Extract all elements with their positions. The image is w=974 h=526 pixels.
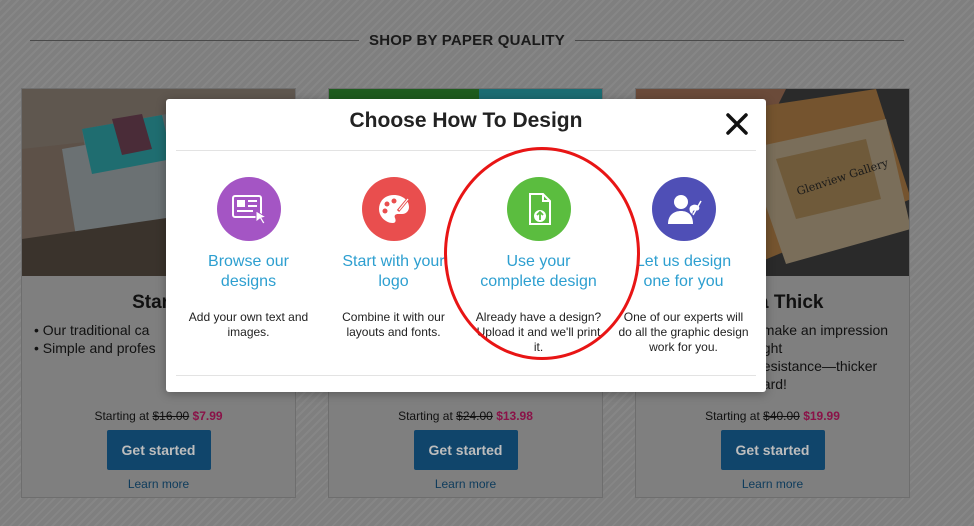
card-bullets: make an impression ght esistance—thicker… bbox=[754, 321, 888, 393]
option-browse-designs[interactable]: Browse our designs Add your own text and… bbox=[176, 177, 321, 340]
bullet: Our traditional ca bbox=[34, 321, 156, 339]
learn-more-link[interactable]: Learn more bbox=[329, 477, 602, 491]
old-price: $16.00 bbox=[152, 409, 190, 423]
divider bbox=[176, 150, 756, 151]
divider bbox=[30, 39, 360, 41]
section-header: SHOP BY PAPER QUALITY bbox=[30, 30, 904, 50]
price-row: Starting at $24.00 $13.98 bbox=[329, 409, 602, 423]
sale-price: $7.99 bbox=[192, 409, 223, 423]
divider bbox=[574, 39, 904, 41]
designer-icon[interactable] bbox=[651, 177, 716, 241]
option-title-line: logo bbox=[378, 273, 409, 290]
highlight-annotation bbox=[444, 147, 640, 360]
option-desc-line: One of our experts will bbox=[623, 310, 744, 324]
price-prefix: Starting at bbox=[94, 409, 150, 423]
option-desc-line: do all the graphic design bbox=[618, 325, 749, 339]
price-prefix: Starting at bbox=[705, 409, 760, 423]
browse-designs-icon[interactable] bbox=[216, 177, 281, 241]
option-desc-line: Add your own text and bbox=[188, 310, 309, 324]
bullet: ght bbox=[754, 339, 888, 357]
learn-more-link[interactable]: Learn more bbox=[636, 477, 909, 491]
get-started-button[interactable]: Get started bbox=[413, 430, 518, 470]
section-title: SHOP BY PAPER QUALITY bbox=[369, 31, 565, 49]
old-price: $40.00 bbox=[763, 409, 800, 423]
option-title-line: designs bbox=[220, 273, 277, 290]
option-title[interactable]: Browse our designs bbox=[176, 252, 321, 292]
bullet: Simple and profes bbox=[34, 339, 156, 357]
bullet: esistance—thicker bbox=[754, 357, 888, 375]
close-icon[interactable] bbox=[724, 111, 750, 137]
bullet: ard! bbox=[754, 375, 888, 393]
price-prefix: Starting at bbox=[398, 409, 453, 423]
option-desc-line: layouts and fonts. bbox=[346, 325, 441, 339]
price-row: Starting at $16.00 $7.99 bbox=[22, 409, 295, 423]
old-price: $24.00 bbox=[456, 409, 493, 423]
modal-title: Choose How To Design bbox=[349, 109, 583, 132]
option-description: Combine it with our layouts and fonts. bbox=[321, 310, 466, 340]
option-desc-line: Combine it with our bbox=[342, 310, 445, 324]
card-title: a Thick bbox=[758, 292, 824, 313]
bullet: make an impression bbox=[754, 321, 888, 339]
price-row: Starting at $40.00 $19.99 bbox=[636, 409, 909, 423]
divider bbox=[176, 375, 756, 376]
option-description: One of our experts will do all the graph… bbox=[611, 310, 756, 355]
learn-more-link[interactable]: Learn more bbox=[22, 477, 295, 491]
card-bullets: Our traditional ca Simple and profes bbox=[34, 321, 156, 357]
sale-price: $13.98 bbox=[496, 409, 533, 423]
sale-price: $19.99 bbox=[803, 409, 840, 423]
option-title-line: Browse our bbox=[208, 253, 289, 270]
option-desc-line: work for you. bbox=[649, 340, 718, 354]
option-desc-line: images. bbox=[227, 325, 270, 339]
get-started-button[interactable]: Get started bbox=[720, 430, 825, 470]
palette-icon[interactable] bbox=[361, 177, 426, 241]
get-started-button[interactable]: Get started bbox=[106, 430, 211, 470]
option-description: Add your own text and images. bbox=[176, 310, 321, 340]
